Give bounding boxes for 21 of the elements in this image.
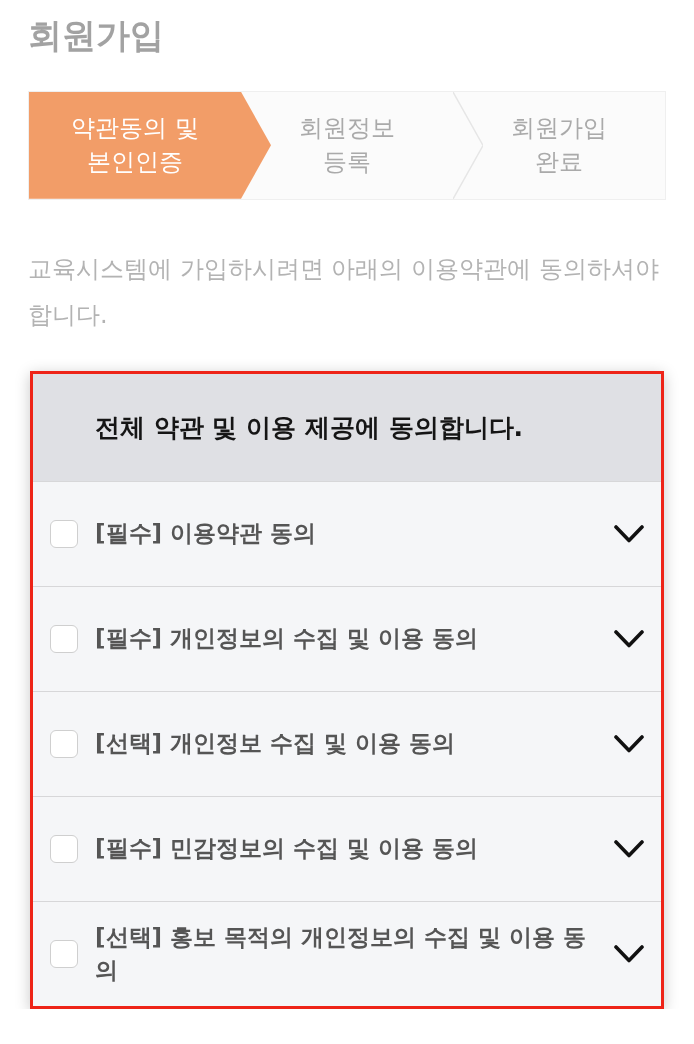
checkbox[interactable]: [50, 939, 78, 968]
terms-label: [필수] 개인정보의 수집 및 이용 동의: [95, 624, 480, 654]
chevron-icon[interactable]: [614, 524, 644, 543]
chevron-icon[interactable]: [614, 944, 644, 963]
chevron-icon[interactable]: [614, 629, 644, 648]
page-title: 회원가입: [28, 15, 165, 56]
step-item: 회원가입 완료: [510, 113, 608, 179]
chevron-icon[interactable]: [614, 734, 644, 753]
checkbox[interactable]: [50, 729, 78, 758]
terms-label: [필수] 민감정보의 수집 및 이용 동의: [95, 834, 480, 864]
terms-label: [선택] 개인정보 수집 및 이용 동의: [95, 729, 457, 759]
checkbox[interactable]: [50, 834, 78, 863]
step-item: 회원정보 등록: [298, 113, 396, 179]
terms-label: [선택] 홍보 목적의 개인정보의 수집 및 이용 동의: [95, 922, 588, 985]
terms-label: [필수] 이용약관 동의: [95, 519, 318, 549]
agree-all-text: 전체 약관 및 이용 제공에 동의합니다.: [95, 411, 523, 444]
chevron-icon[interactable]: [614, 839, 644, 858]
checkbox[interactable]: [50, 519, 78, 548]
step-item: 약관동의 및 본인인증: [29, 91, 271, 199]
checkbox[interactable]: [50, 624, 78, 653]
intro-text: 교육시스템에 가입하시려면 아래의 이용약관에 동의하셔야 합니다.: [28, 253, 660, 331]
